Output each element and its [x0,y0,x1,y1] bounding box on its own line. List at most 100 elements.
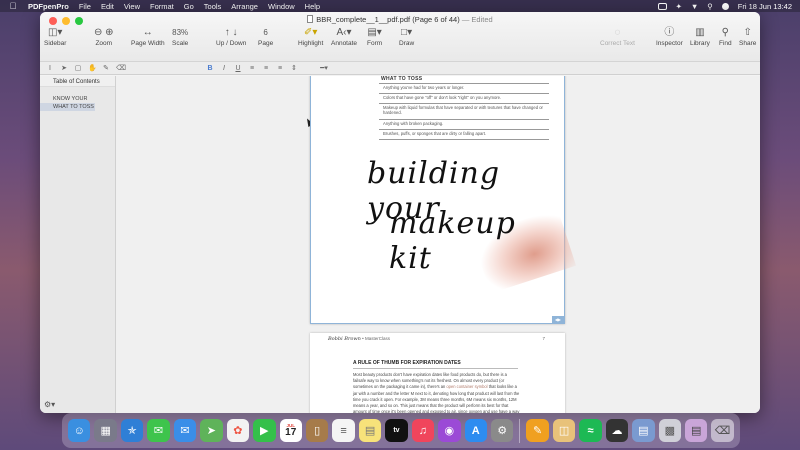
highlight-button[interactable]: ✐▾ Highlight [298,27,323,47]
pdf-page-7[interactable]: Bobbi Brown • MasterClass 7 A RULE OF TH… [310,333,565,413]
menu-go[interactable]: Go [184,2,194,11]
app-store-icon[interactable]: A [464,419,487,442]
trash-icon[interactable]: ⌫ [711,419,734,442]
calendar-icon[interactable]: JUL 17 [279,419,302,442]
share-icon: ⇧ [743,27,752,38]
preview-icon[interactable]: ▤ [632,419,655,442]
documents-stack-icon[interactable]: ▤ [685,419,708,442]
sidebar-icon: ◫▾ [47,27,63,38]
edited-status: — Edited [461,15,493,24]
magnifier-icon: ⚲ [721,27,729,38]
search-icon[interactable]: ⚲ [707,2,713,11]
find-button[interactable]: ⚲ Find [719,27,732,47]
menu-format[interactable]: Format [150,2,174,11]
arrow-tool-icon[interactable]: ➤ [60,64,68,72]
menu-file[interactable]: File [79,2,91,11]
divider [353,368,518,369]
library-button[interactable]: ▥ Library [690,27,710,47]
body-link: open container symbol [446,384,488,390]
menu-edit[interactable]: Edit [101,2,114,11]
select-text-tool-icon[interactable]: I [46,65,54,72]
system-preferences-icon[interactable]: ⚙ [491,419,514,442]
control-center-icon[interactable] [721,2,729,10]
bluetooth-icon[interactable]: ✦ [676,2,682,11]
pencil-tool-icon[interactable]: ✎ [102,64,110,72]
contacts-icon[interactable]: ▯ [305,419,329,442]
toc-item-know-your[interactable]: KNOW YOUR [40,95,115,103]
align-right-icon[interactable]: ≡ [276,65,284,72]
spotify-icon[interactable]: ≈ [579,419,602,442]
draw-button[interactable]: □▾ Draw [399,27,414,47]
toc-item-what-to-toss[interactable]: WHAT TO TOSS [40,103,95,111]
photos-icon[interactable]: ✿ [226,419,250,442]
zoom-icon: ⊖ ⊕ [94,27,114,38]
share-button[interactable]: ⇧ Share [739,27,756,47]
messages-icon[interactable]: ✉ [147,419,170,442]
music-icon[interactable]: ♫ [411,419,435,442]
document-area[interactable]: WHAT TO TOSS Anything you've had for two… [116,76,760,413]
app-menu[interactable]: PDFpenPro [28,2,69,11]
toss-item: Makeup with liquid formulas that have se… [383,105,543,115]
info-icon: ⓘ [664,27,675,38]
annotate-button[interactable]: A‹▾ Annotate [331,27,357,47]
safari-icon[interactable]: ✯ [120,419,144,442]
pdf-page-6[interactable]: WHAT TO TOSS Anything you've had for two… [310,76,577,324]
italic-button[interactable]: I [220,65,228,72]
screen-icon[interactable] [657,2,667,10]
toss-item: Colors that have gone "off" or don't loo… [383,95,502,100]
page-width-icon: ↔ [142,27,153,38]
scale-field[interactable]: 83% Scale [172,27,188,47]
facetime-icon[interactable]: ▶ [253,419,276,442]
notes-icon[interactable]: ▤ [358,419,382,442]
form-button[interactable]: ▤▾ Form [367,27,382,47]
up-down-button[interactable]: ↑ ↓ Up / Down [216,27,246,47]
menu-help[interactable]: Help [305,2,320,11]
line-spacing-icon[interactable]: ⇕ [290,64,298,72]
gear-icon[interactable]: ⚙▾ [44,400,55,409]
menu-arrange[interactable]: Arrange [231,2,258,11]
document-icon [307,15,314,23]
underline-button[interactable]: U [234,65,242,72]
crop-tool-icon[interactable]: ▢ [74,64,82,72]
toss-item: Brushes, puffs, or sponges that are dirt… [383,131,487,136]
bold-button[interactable]: B [206,65,214,72]
align-center-icon[interactable]: ≡ [262,65,270,72]
sidebar-button[interactable]: ◫▾ Sidebar [44,27,66,47]
zoom-label: Zoom [95,40,113,47]
correct-text-button[interactable]: ◌ Correct Text [600,27,635,47]
align-left-icon[interactable]: ≡ [248,65,256,72]
page-number: 7 [542,336,545,341]
eraser-tool-icon[interactable]: ⌫ [116,64,126,72]
archive-utility-icon[interactable]: ◫ [552,419,576,442]
title-bar: BBR_complete__1__pdf.pdf (Page 6 of 44) … [40,12,760,62]
launchpad-icon[interactable]: ▦ [94,419,117,442]
apple-menu-icon[interactable]:  [8,1,18,11]
inspector-button[interactable]: ⓘ Inspector [656,27,683,47]
hand-tool-icon[interactable]: ✋ [88,64,97,72]
menu-clock[interactable]: Fri 18 Jun 13:42 [738,2,792,11]
toss-item: Anything with broken packaging. [383,121,444,126]
cloud-app-icon[interactable]: ☁ [605,419,629,442]
mail-icon[interactable]: ✉ [173,419,197,442]
wifi-icon[interactable]: ▼ [691,2,698,11]
page-field[interactable]: 6 Page [258,27,273,47]
page-label: Page [258,40,274,47]
pdfpen-icon[interactable]: ✎ [526,419,549,442]
correct-text-label: Correct Text [600,40,635,47]
page-width-button[interactable]: ↔ Page Width [131,27,165,47]
scale-value[interactable]: 83% [172,27,188,39]
menu-tools[interactable]: Tools [204,2,222,11]
maps-icon[interactable]: ➤ [200,419,223,442]
scanner-icon[interactable]: ▩ [658,419,682,442]
apple-tv-icon[interactable]: tv [385,419,408,442]
reminders-icon[interactable]: ≡ [332,419,355,442]
finder-icon[interactable]: ☺ [68,419,91,442]
zoom-button[interactable]: ⊖ ⊕ Zoom [94,27,114,47]
page-value[interactable]: 6 [263,27,267,39]
sidebar-label: Sidebar [44,40,67,47]
podcasts-icon[interactable]: ◉ [438,419,461,442]
menu-window[interactable]: Window [268,2,295,11]
menu-view[interactable]: View [124,2,140,11]
annotate-icon: A‹▾ [336,27,352,38]
stroke-style-menu[interactable]: ━▾ [304,64,344,72]
